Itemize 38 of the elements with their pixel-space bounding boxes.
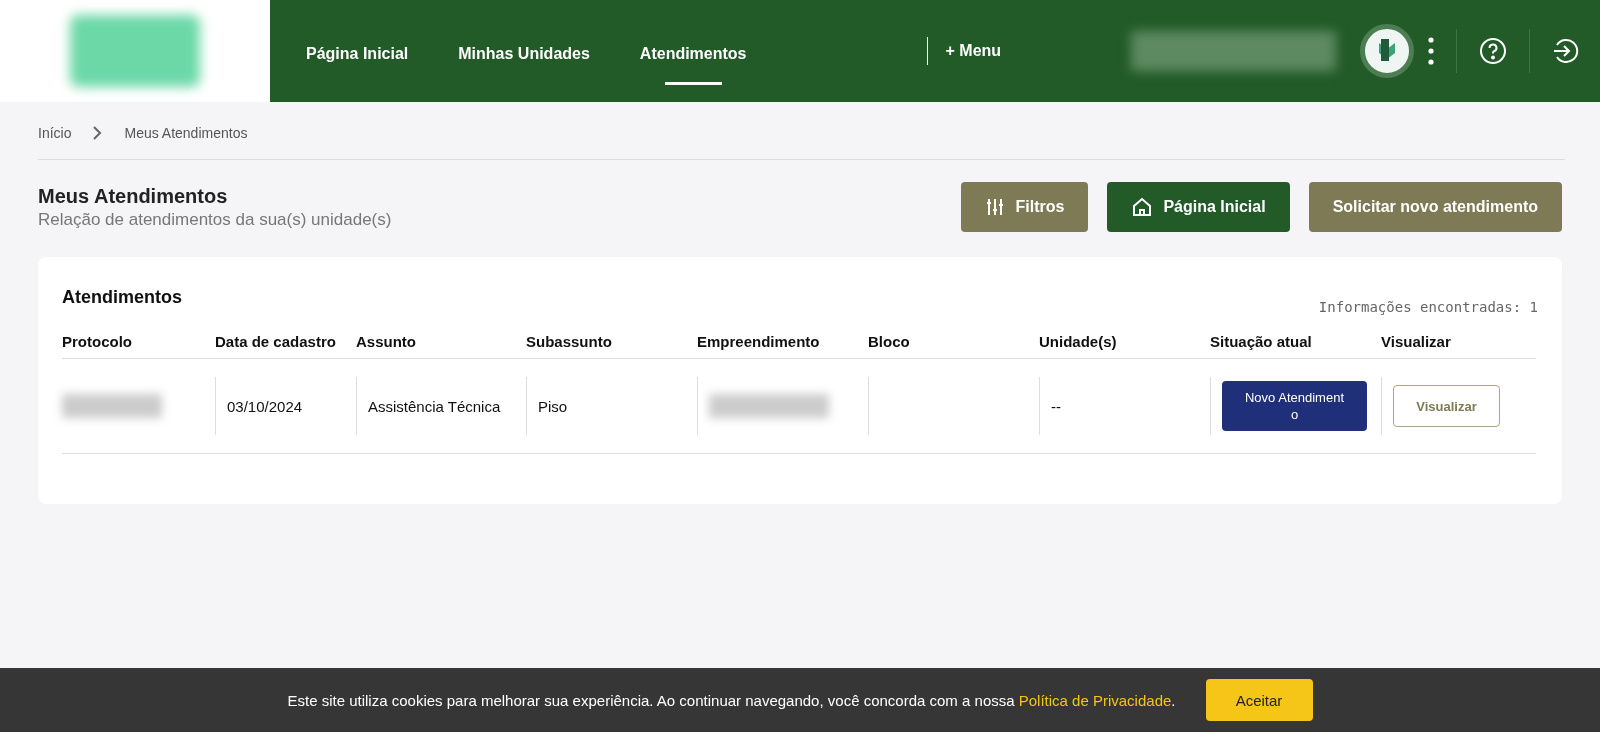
nav-link[interactable]: Minhas Unidades <box>458 39 590 85</box>
menu-link[interactable]: + Menu <box>945 42 1002 60</box>
column-header: Bloco <box>868 329 1039 359</box>
filter-button[interactable]: Filtros <box>961 182 1089 232</box>
cookie-notice: Este site utiliza cookies para melhorar sua experiência. Ao continuar navegando, você concorda com a nossa Política de Privacidade. <box>287 691 1176 709</box>
column-header: Data de cadastro <box>215 329 356 359</box>
privacy-link[interactable]: Política de Privacidade <box>1018 691 1172 709</box>
avatar-icon[interactable] <box>1360 24 1414 78</box>
home-icon <box>1131 196 1154 218</box>
column-header: Protocolo <box>62 329 215 359</box>
logout-icon[interactable] <box>1552 37 1580 65</box>
column-header: Situação atual <box>1210 329 1381 359</box>
status-badge: Novo Atendimento <box>1222 381 1367 431</box>
column-header: Empreendimento <box>697 329 868 359</box>
help-icon[interactable] <box>1479 37 1507 65</box>
accept-button[interactable]: Aceitar <box>1205 679 1313 721</box>
table-cell: Piso <box>526 359 697 454</box>
chevron-icon <box>93 126 103 140</box>
sliders-icon <box>985 197 1006 217</box>
home-button[interactable]: Página Inicial <box>1107 182 1290 232</box>
column-header: Visualizar <box>1381 329 1536 359</box>
column-header: Unidade(s) <box>1039 329 1210 359</box>
page-subtitle: Relação de atendimentos da sua(s) unidade(s) <box>38 209 392 230</box>
table-cell: -- <box>1039 359 1210 454</box>
more-icon[interactable] <box>1428 37 1434 65</box>
nav-link[interactable]: Página Inicial <box>306 39 409 85</box>
card-title: Atendimentos <box>62 287 182 309</box>
results-count: Informações encontradas: 1 <box>1318 299 1538 315</box>
nav-link[interactable]: Atendimentos <box>639 39 747 85</box>
page-title: Meus Atendimentos <box>38 184 229 208</box>
table-cell: 03/10/2024 <box>215 359 356 454</box>
column-header: Subassunto <box>526 329 697 359</box>
view-button[interactable]: Visualizar <box>1393 385 1500 427</box>
column-header: Assunto <box>356 329 526 359</box>
breadcrumb-current: Meus Atendimentos <box>124 125 248 141</box>
table-cell: Assistência Técnica <box>356 359 526 454</box>
breadcrumb-link[interactable]: Início <box>38 125 72 141</box>
request-button[interactable]: Solicitar novo atendimento <box>1308 182 1562 232</box>
